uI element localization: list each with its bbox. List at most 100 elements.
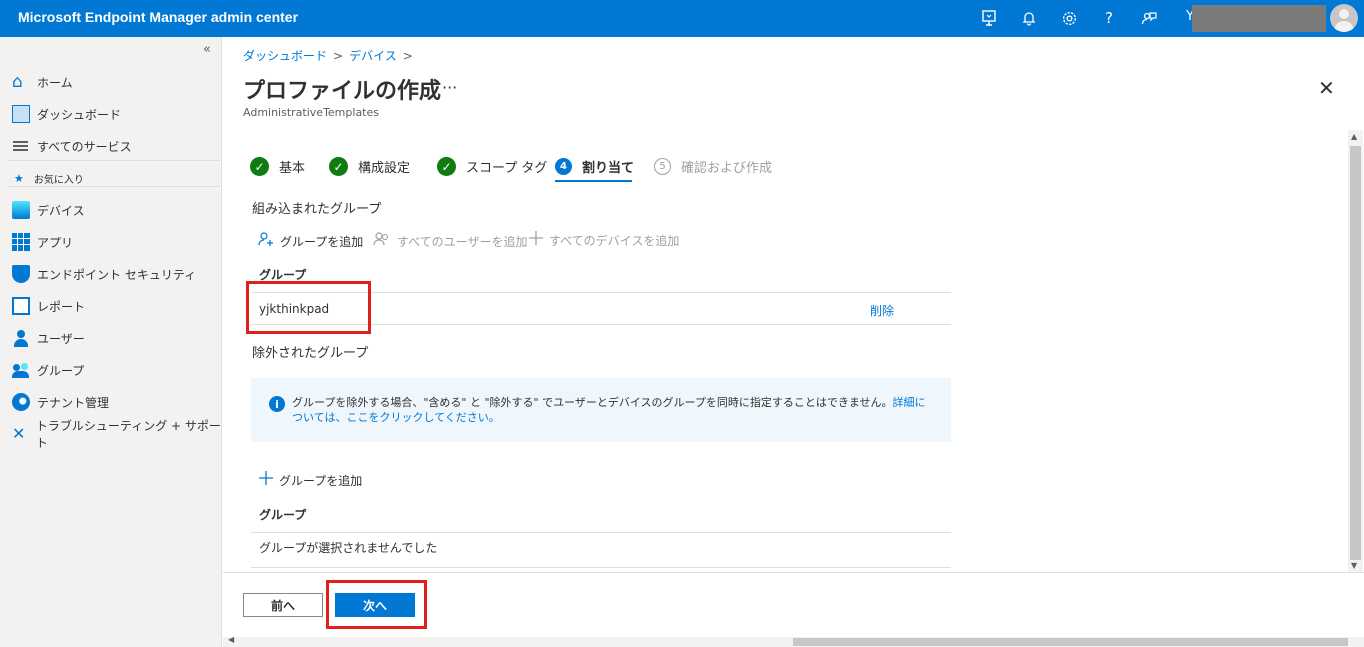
check-icon: ✓ xyxy=(437,157,456,176)
sidebar-item-label: ダッシュボード xyxy=(37,107,122,122)
sidebar: « ⌂ ホーム ダッシュボード すべてのサービス ★ お気に入り デバイス アプ… xyxy=(0,37,222,647)
step-label: 基本 xyxy=(279,161,306,176)
info-message: グループを除外する場合、"含める" と "除外する" でユーザーとデバイスのグル… xyxy=(292,395,932,425)
favorites-header: ★ お気に入り xyxy=(14,171,84,186)
sidebar-item-label: テナント管理 xyxy=(37,395,110,410)
check-icon: ✓ xyxy=(250,157,269,176)
help-icon[interactable]: ? xyxy=(1099,8,1119,28)
favorites-label: お気に入り xyxy=(33,175,84,186)
step-configuration[interactable]: ✓ 構成設定 xyxy=(329,157,410,176)
add-group-button[interactable]: グループを追加 xyxy=(258,231,363,251)
sidebar-item-troubleshooting[interactable]: ✕ トラブルシューティング + サポート xyxy=(12,419,221,450)
sidebar-item-label: ホーム xyxy=(37,75,73,90)
page-title: プロファイルの作成 xyxy=(243,79,442,104)
sidebar-item-all-services[interactable]: すべてのサービス xyxy=(12,136,132,156)
info-icon: i xyxy=(269,396,285,412)
sidebar-item-label: デバイス xyxy=(37,203,85,218)
excluded-column-header-group[interactable]: グループ xyxy=(259,506,306,523)
sidebar-item-users[interactable]: ユーザー xyxy=(12,328,85,348)
sidebar-item-label: すべてのサービス xyxy=(37,139,132,154)
avatar[interactable] xyxy=(1330,4,1358,32)
previous-button[interactable]: 前へ xyxy=(243,593,323,617)
sidebar-item-tenant-admin[interactable]: テナント管理 xyxy=(12,392,109,412)
groups-icon xyxy=(12,361,30,379)
scrollbar-thumb[interactable] xyxy=(1350,146,1361,560)
star-icon: ★ xyxy=(14,172,24,185)
user-name-redacted[interactable] xyxy=(1192,5,1326,32)
divider xyxy=(251,567,951,568)
divider xyxy=(251,532,951,533)
sidebar-item-home[interactable]: ⌂ ホーム xyxy=(12,72,73,92)
command-label: すべてのユーザーを追加 xyxy=(397,234,528,249)
vertical-scrollbar[interactable]: ▲ ▼ xyxy=(1348,130,1363,572)
top-bar: Microsoft Endpoint Manager admin center … xyxy=(0,0,1364,37)
divider xyxy=(8,160,220,161)
sidebar-item-devices[interactable]: デバイス xyxy=(12,200,85,220)
breadcrumb-dashboard[interactable]: ダッシュボード xyxy=(243,49,327,63)
chevron-right-icon: > xyxy=(333,49,344,63)
breadcrumb-devices[interactable]: デバイス xyxy=(349,49,397,63)
breadcrumb: ダッシュボード > デバイス > xyxy=(243,47,419,64)
highlight-box xyxy=(246,281,371,334)
plus-icon xyxy=(259,471,273,489)
page-subtitle: AdministrativeTemplates xyxy=(243,106,379,119)
divider xyxy=(8,186,220,187)
sidebar-item-dashboard[interactable]: ダッシュボード xyxy=(12,104,121,124)
step-review-create: 5 確認および作成 xyxy=(654,157,772,176)
sidebar-item-label: トラブルシューティング + サポート xyxy=(35,419,221,450)
add-all-users-button[interactable]: すべてのユーザーを追加 xyxy=(373,231,527,251)
shield-icon xyxy=(12,265,30,283)
scroll-left-icon[interactable]: ◀ xyxy=(228,635,234,644)
sidebar-item-endpoint-security[interactable]: エンドポイント セキュリティ xyxy=(12,264,196,284)
info-text: グループを除外する場合、"含める" と "除外する" でユーザーとデバイスのグル… xyxy=(292,396,893,409)
step-assignments[interactable]: 4 割り当て xyxy=(555,157,635,182)
highlight-box xyxy=(326,580,427,629)
sidebar-item-label: ユーザー xyxy=(37,331,85,346)
tools-icon: ✕ xyxy=(12,424,26,443)
devices-icon xyxy=(12,201,30,219)
more-options-button[interactable]: ··· xyxy=(442,78,457,97)
sidebar-item-label: グループ xyxy=(37,363,85,378)
tenant-admin-icon xyxy=(12,393,30,411)
command-label: グループを追加 xyxy=(280,234,364,249)
apps-icon xyxy=(12,233,30,251)
list-icon xyxy=(12,137,30,155)
step-scope-tags[interactable]: ✓ スコープ タグ xyxy=(437,157,547,176)
reports-icon xyxy=(12,297,30,315)
step-label: スコープ タグ xyxy=(466,161,548,176)
step-label: 構成設定 xyxy=(358,161,411,176)
add-all-devices-button[interactable]: すべてのデバイスを追加 xyxy=(529,231,679,249)
sidebar-item-label: アプリ xyxy=(37,235,74,250)
sidebar-item-label: レポート xyxy=(37,299,86,314)
sidebar-item-reports[interactable]: レポート xyxy=(12,296,85,316)
person-feedback-icon[interactable] xyxy=(1139,8,1159,28)
step-label: 割り当て xyxy=(582,161,635,176)
app-title[interactable]: Microsoft Endpoint Manager admin center xyxy=(18,9,298,25)
feedback-device-icon[interactable] xyxy=(979,8,999,28)
step-number: 4 xyxy=(555,158,572,175)
sidebar-item-apps[interactable]: アプリ xyxy=(12,232,73,252)
dashboard-icon xyxy=(12,105,30,123)
bell-icon[interactable] xyxy=(1019,8,1039,28)
add-excluded-group-button[interactable]: グループを追加 xyxy=(259,471,362,489)
included-groups-title: 組み込まれたグループ xyxy=(252,202,382,217)
plus-icon xyxy=(529,231,543,249)
scroll-up-icon[interactable]: ▲ xyxy=(1351,132,1357,141)
step-basics[interactable]: ✓ 基本 xyxy=(250,157,305,176)
horizontal-scrollbar[interactable]: ◀ xyxy=(223,635,1364,647)
add-user-icon xyxy=(258,231,274,251)
scroll-down-icon[interactable]: ▼ xyxy=(1351,561,1357,570)
command-label: すべてのデバイスを追加 xyxy=(549,233,680,248)
scrollbar-thumb[interactable] xyxy=(793,638,1348,646)
close-button[interactable]: ✕ xyxy=(1318,78,1335,98)
chevron-right-icon: > xyxy=(402,49,413,63)
command-label: グループを追加 xyxy=(279,473,363,488)
excluded-groups-title: 除外されたグループ xyxy=(252,346,369,361)
collapse-sidebar-button[interactable]: « xyxy=(203,42,211,57)
sidebar-item-groups[interactable]: グループ xyxy=(12,360,84,380)
info-message-bar: i グループを除外する場合、"含める" と "除外する" でユーザーとデバイスの… xyxy=(251,378,951,442)
add-all-users-icon xyxy=(373,231,391,251)
remove-group-link[interactable]: 削除 xyxy=(870,302,894,319)
user-icon xyxy=(12,329,30,347)
gear-icon[interactable] xyxy=(1059,8,1079,28)
